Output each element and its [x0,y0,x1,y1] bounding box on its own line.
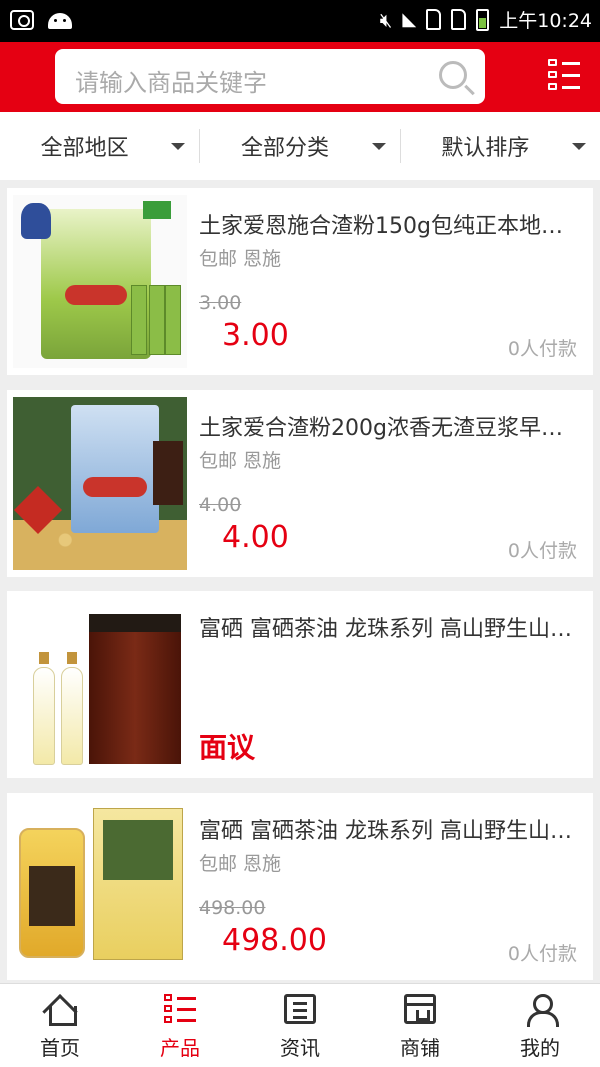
news-icon [284,994,316,1024]
product-card[interactable]: 土家爱合渣粉200g浓香无渣豆浆早餐冲饮 包邮 恩施 4.00 4.00 0人付… [7,390,593,577]
original-price: 3.00 [199,292,242,314]
search-input[interactable]: 请输入商品关键字 [55,49,485,104]
product-card[interactable]: 富硒 富硒茶油 龙珠系列 高山野生山茶油礼盒 面议 [7,591,593,778]
tab-home[interactable]: 首页 [0,984,120,1067]
sim2-icon [451,9,467,30]
product-image[interactable] [13,195,187,368]
paid-count: 0人付款 [507,338,577,360]
product-title[interactable]: 土家爱恩施合渣粉150g包纯正本地特产 [199,208,584,240]
mute-icon: 🔇︎ [379,7,393,32]
product-meta: 包邮 恩施 [199,853,282,875]
filter-region[interactable]: 全部地区 [0,112,199,180]
product-price: 3.00 [222,318,289,353]
product-price: 498.00 [222,923,327,958]
original-price: 4.00 [199,494,242,516]
price-negotiable: 面议 [199,731,256,764]
product-title[interactable]: 富硒 富硒茶油 龙珠系列 高山野生山茶油桶装 [199,813,584,845]
app-header: 请输入商品关键字 [0,42,600,112]
product-image[interactable] [13,800,187,973]
bottom-nav: 首页 产品 资讯 商铺 我的 [0,983,600,1067]
filter-bar: 全部地区 全部分类 默认排序 [0,112,600,180]
battery-icon [476,8,490,31]
search-placeholder: 请输入商品关键字 [75,69,267,97]
product-image[interactable] [13,598,187,771]
grid-menu-icon[interactable] [548,59,580,91]
paid-count: 0人付款 [507,943,577,965]
search-icon[interactable] [439,61,467,89]
caret-down-icon [571,143,586,150]
status-time: 上午10:24 [499,10,592,32]
tab-store[interactable]: 商铺 [360,984,480,1067]
product-meta: 包邮 恩施 [199,450,282,472]
product-title[interactable]: 富硒 富硒茶油 龙珠系列 高山野生山茶油礼盒 [199,611,584,643]
caret-down-icon [371,143,386,150]
tab-news[interactable]: 资讯 [240,984,360,1067]
product-price: 4.00 [222,520,289,555]
tab-profile[interactable]: 我的 [480,984,600,1067]
wifi-icon: ◣ [402,9,417,30]
sim1-icon [426,9,442,30]
store-icon [404,994,436,1024]
products-icon [164,994,196,1024]
product-image[interactable] [13,397,187,570]
screenshot-icon [10,10,34,30]
android-icon [48,13,72,29]
home-icon [44,994,77,1026]
profile-icon [524,994,559,1027]
product-card[interactable]: 富硒 富硒茶油 龙珠系列 高山野生山茶油桶装 包邮 恩施 498.00 498.… [7,793,593,980]
status-bar: 🔇︎ ◣ 上午10:24 [0,0,600,42]
product-card[interactable]: 土家爱恩施合渣粉150g包纯正本地特产 包邮 恩施 3.00 3.00 0人付款 [7,188,593,375]
filter-category[interactable]: 全部分类 [200,112,399,180]
product-meta: 包邮 恩施 [199,248,282,270]
paid-count: 0人付款 [507,540,577,562]
filter-sort[interactable]: 默认排序 [401,112,600,180]
product-title[interactable]: 土家爱合渣粉200g浓香无渣豆浆早餐冲饮 [199,410,584,442]
caret-down-icon [171,143,186,150]
original-price: 498.00 [199,897,266,919]
tab-products[interactable]: 产品 [120,984,240,1067]
